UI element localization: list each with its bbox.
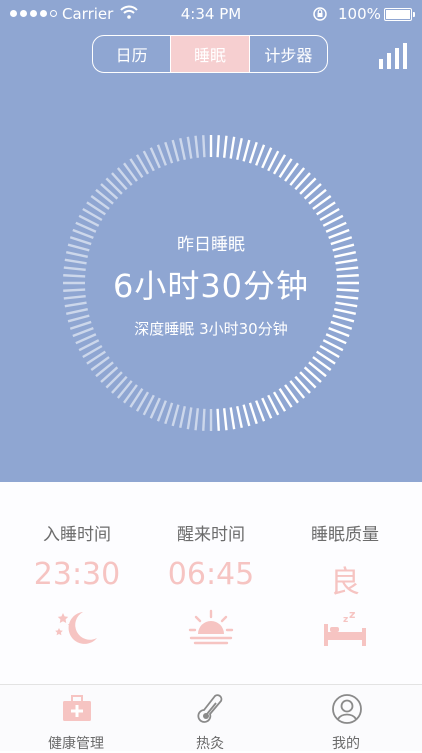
ring-tick <box>229 407 236 430</box>
medical-kit-icon <box>63 695 91 721</box>
ring-tick <box>202 135 206 158</box>
bottom-tab-bar: 健康管理 热灸 我的 <box>0 684 422 752</box>
stat-value: 06:45 <box>167 557 255 592</box>
bed-zzz-icon: z z <box>324 608 366 646</box>
ring-tick <box>242 404 251 427</box>
ring-tick <box>171 139 180 162</box>
summary-title: 昨日睡眠 <box>177 235 245 255</box>
ring-tick <box>229 136 236 159</box>
ring-tick <box>179 405 186 429</box>
battery-icon <box>384 8 415 21</box>
rotation-lock-icon <box>313 7 327 21</box>
ring-tick <box>236 405 243 429</box>
ring-tick <box>255 400 266 422</box>
ring-tick <box>194 408 200 431</box>
ring-tick <box>164 402 174 425</box>
ring-tick <box>202 408 206 431</box>
view-switcher: 日历 睡眠 计步器 <box>92 35 328 73</box>
ring-tick <box>164 141 174 164</box>
tab-my-profile[interactable]: 我的 <box>276 685 416 752</box>
sunrise-icon <box>188 609 234 645</box>
ring-tick <box>222 135 228 158</box>
ring-tick <box>248 141 258 164</box>
ring-tick <box>179 137 186 161</box>
ring-tick <box>216 408 220 431</box>
tab-label: 我的 <box>332 736 360 752</box>
thermometer-icon <box>197 694 223 723</box>
tab-label: 热灸 <box>196 736 224 752</box>
stat-value: 23:30 <box>33 557 121 592</box>
tab-health-management[interactable]: 健康管理 <box>6 685 146 752</box>
stat-label: 醒来时间 <box>177 525 245 545</box>
deep-sleep-duration: 深度睡眠 3小时30分钟 <box>134 320 288 338</box>
battery-percentage: 100% <box>338 5 381 23</box>
ring-tick <box>333 308 357 315</box>
user-profile-icon <box>332 694 362 724</box>
stat-value: 良 <box>330 565 360 600</box>
stat-label: 睡眠质量 <box>311 525 379 545</box>
ring-tick <box>186 136 193 159</box>
tab-sleep[interactable]: 睡眠 <box>170 36 249 72</box>
ring-tick <box>255 144 266 166</box>
status-bar: Carrier 4:34 PM 100% <box>0 0 422 28</box>
svg-text:z: z <box>343 615 348 625</box>
tab-label: 健康管理 <box>48 736 104 752</box>
ring-tick <box>156 144 167 166</box>
sleep-duration: 6小时30分钟 <box>112 267 310 305</box>
ring-tick <box>65 308 89 315</box>
tab-pedometer[interactable]: 计步器 <box>248 36 327 72</box>
svg-text:z: z <box>349 608 355 621</box>
moon-stars-icon <box>55 612 97 644</box>
ring-tick <box>194 135 200 158</box>
ring-tick <box>171 404 180 427</box>
ring-tick <box>216 135 220 158</box>
ring-tick <box>248 402 258 425</box>
sleep-stats-panel: 入睡时间 23:30 醒来时间 06:45 睡眠质量 良 z z <box>0 482 422 684</box>
stat-label: 入睡时间 <box>43 525 111 545</box>
ring-tick <box>222 408 228 431</box>
ring-tick <box>236 137 243 161</box>
ring-tick <box>156 400 167 422</box>
ring-tick <box>186 407 193 430</box>
bar-chart-icon[interactable] <box>378 42 408 70</box>
tab-calendar[interactable]: 日历 <box>93 36 170 72</box>
tab-moxibustion[interactable]: 热灸 <box>140 685 280 752</box>
ring-tick <box>242 139 251 162</box>
